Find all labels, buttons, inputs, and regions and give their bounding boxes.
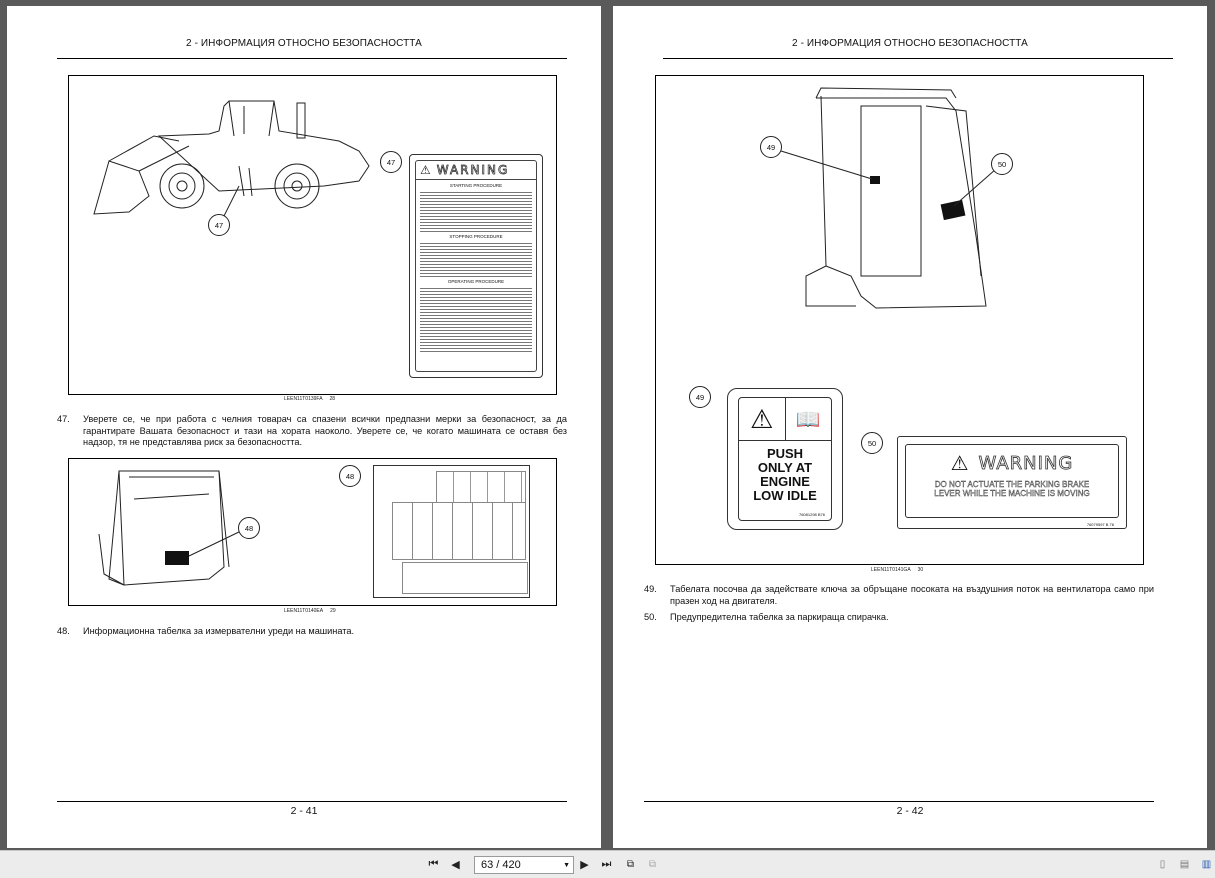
page-number-field[interactable]: 63 / 420 ▼ <box>474 856 574 874</box>
item-48: 48. Информационна табелка за измервателн… <box>57 626 355 636</box>
decal-50-code: 76079597 B 76 <box>1086 522 1114 527</box>
item-50: 50. Предупредителна табелка за паркираща… <box>644 612 889 622</box>
go-back-icon[interactable]: ⧉ <box>623 857 638 872</box>
single-page-view-icon[interactable]: ▯ <box>1155 857 1170 872</box>
viewer-toolbar: ⏮ ◀ 63 / 420 ▼ ▶ ⏭ ⧉ ⧉ ▯ ▤ ▥ <box>0 850 1215 878</box>
decal-50-line2: LEVER WHILE THE MACHINE IS MOVING <box>934 489 1090 498</box>
item-47: 47. Уверете се, че при работа с челния т… <box>57 414 567 447</box>
last-page-icon[interactable]: ⏭ <box>599 857 614 872</box>
callout-47-top: 47 <box>380 151 402 173</box>
manual-book-icon: 📖 <box>795 408 821 431</box>
chevron-down-icon[interactable]: ▼ <box>563 862 570 869</box>
callout-47-bottom: 47 <box>208 214 230 236</box>
decal-text-block <box>420 286 532 352</box>
decal-text-block <box>420 190 532 232</box>
decal-49-line: ENGINE <box>760 474 810 489</box>
header-rule <box>663 58 1173 59</box>
warning-triangle-icon: ⚠ <box>420 163 431 177</box>
callout-48-bottom: 48 <box>238 517 260 539</box>
warning-decal: ⚠ WARNING STARTING PROCEDURE STOPPING PR… <box>409 154 543 378</box>
page-number: 2 - 41 <box>290 805 318 817</box>
instrument-panel-decal <box>373 465 530 598</box>
continuous-view-icon[interactable]: ▤ <box>1177 857 1192 872</box>
footer-rule <box>57 801 567 802</box>
warning-triangle-icon: ⚠ <box>950 453 969 475</box>
callout-48-top: 48 <box>339 465 361 487</box>
first-page-icon[interactable]: ⏮ <box>426 857 441 872</box>
page-right: 2 - ИНФОРМАЦИЯ ОТНОСНО БЕЗОПАСНОСТТА 49 … <box>613 6 1207 848</box>
callout-50-top: 50 <box>991 153 1013 175</box>
item-49: 49. Табелата посочва да задействате ключ… <box>644 584 1154 606</box>
figure-cab-exterior: 49 50 49 ⚠ 📖 PUSH ONLY AT ENGINE LOW IDL… <box>655 75 1144 565</box>
figure-caption: LEEN11T0139FA 28 <box>284 396 336 402</box>
warning-triangle-icon: ⚠ <box>739 398 786 440</box>
previous-page-icon[interactable]: ◀ <box>448 857 463 872</box>
decal-section-operating: OPERATING PROCEDURE <box>447 279 505 284</box>
figure-cab-interior: 48 48 <box>68 458 557 606</box>
page-header: 2 - ИНФОРМАЦИЯ ОТНОСНО БЕЗОПАСНОСТТА <box>792 38 1028 49</box>
figure-caption: LEEN11T0141GA 30 <box>871 567 924 573</box>
callout-50-bottom: 50 <box>861 432 883 454</box>
cab-interior-illustration <box>98 470 242 586</box>
decal-49-line: LOW IDLE <box>753 488 817 503</box>
decal-50-title: WARNING <box>978 453 1074 475</box>
page-left: 2 - ИНФОРМАЦИЯ ОТНОСНО БЕЗОПАСНОСТТА 47 … <box>7 6 601 848</box>
decal-49-push-low-idle: ⚠ 📖 PUSH ONLY AT ENGINE LOW IDLE 7608129… <box>727 388 843 530</box>
figure-loader: 47 47 ⚠ WARNING STARTING PROCEDURE STOPP… <box>68 75 557 395</box>
footer-rule <box>644 801 1154 802</box>
callout-49-bottom: 49 <box>689 386 711 408</box>
decal-section-stopping: STOPPING PROCEDURE <box>449 234 503 239</box>
decal-50-parking-brake-warning: ⚠ WARNING DO NOT ACTUATE THE PARKING BRA… <box>897 436 1127 529</box>
go-forward-icon[interactable]: ⧉ <box>645 857 660 872</box>
cab-exterior-illustration <box>780 87 997 309</box>
decal-49-code: 76081298 B76 <box>798 512 825 517</box>
decal-49-line: ONLY AT <box>757 460 813 475</box>
page-header: 2 - ИНФОРМАЦИЯ ОТНОСНО БЕЗОПАСНОСТТА <box>186 38 422 49</box>
two-page-view-icon[interactable]: ▥ <box>1199 857 1214 872</box>
decal-text-block <box>420 241 532 277</box>
next-page-icon[interactable]: ▶ <box>577 857 592 872</box>
warning-decal-title: WARNING <box>436 163 510 178</box>
page-number: 2 - 42 <box>896 805 924 817</box>
decal-49-line: PUSH <box>766 446 804 461</box>
header-rule <box>57 58 567 59</box>
decal-section-starting: STARTING PROCEDURE <box>449 183 503 188</box>
decal-50-line1: DO NOT ACTUATE THE PARKING BRAKE <box>934 480 1090 489</box>
callout-49-top: 49 <box>760 136 782 158</box>
figure-caption: LEEN11T0140EA 29 <box>284 608 336 614</box>
